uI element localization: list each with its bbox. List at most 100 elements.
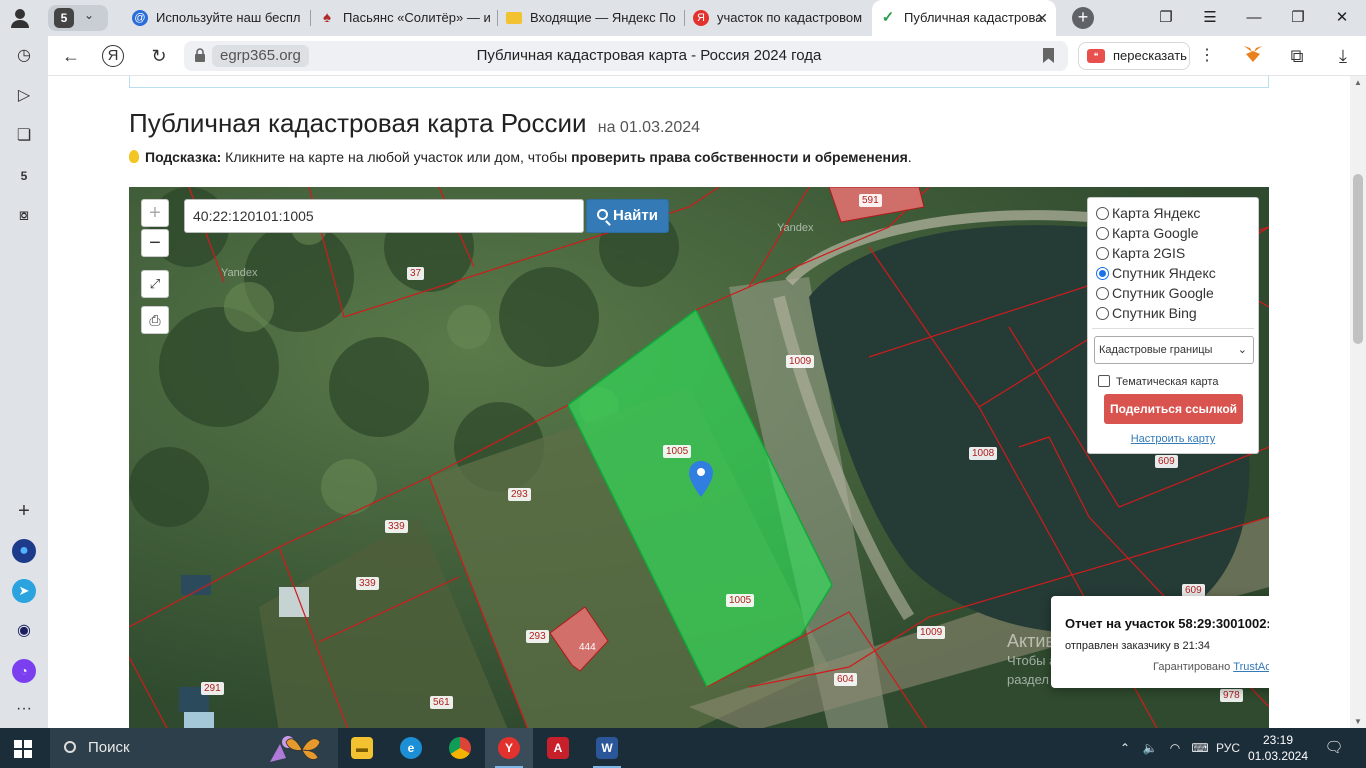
layer-option-google-satellite[interactable]: Спутник Google — [1096, 283, 1214, 303]
tab-5-active[interactable]: ✓ Публичная кадастрова ✕ — [872, 0, 1056, 36]
close-window-icon[interactable]: ✕ — [1320, 0, 1364, 36]
parcel-label[interactable]: 1008 — [969, 447, 998, 460]
layer-option-yandex-satellite[interactable]: Спутник Яндекс — [1096, 263, 1216, 283]
tab-count-button[interactable]: 5 ⌄ — [48, 5, 108, 31]
layer-option-2gis-map[interactable]: Карта 2GIS — [1096, 243, 1185, 263]
report-notification: Отчет на участок 58:29:3001002:*** отпра… — [1051, 596, 1269, 688]
verified-badge[interactable]: Гарантировано TrustAction — [1153, 660, 1269, 673]
taskbar-chrome[interactable] — [436, 728, 484, 768]
new-tab-button[interactable]: + — [1072, 7, 1094, 29]
notification-title: Отчет на участок 58:29:3001002:*** — [1065, 616, 1269, 631]
taskbar-acrobat[interactable]: A — [534, 728, 582, 768]
configure-map-link[interactable]: Настроить карту — [1088, 433, 1258, 445]
cadastral-map[interactable]: Yandex Yandex 591 37 1009 1005 293 1008 … — [129, 187, 1269, 728]
scroll-up-icon[interactable]: ▲ — [1353, 78, 1363, 87]
thematic-map-checkbox[interactable]: Тематическая карта — [1098, 375, 1218, 389]
yandex-home-icon[interactable]: Я — [102, 45, 124, 67]
scroll-down-icon[interactable]: ▼ — [1353, 717, 1363, 726]
restore-icon[interactable]: ❐ — [1276, 0, 1320, 36]
parcel-label[interactable]: 591 — [859, 194, 882, 207]
parcel-label[interactable]: 291 — [201, 682, 224, 695]
fullscreen-icon[interactable]: ⤢ — [141, 270, 169, 298]
notifications-icon[interactable]: 🗨 — [1322, 728, 1346, 768]
share-link-button[interactable]: Поделиться ссылкой — [1104, 394, 1243, 424]
lightbulb-icon — [129, 150, 139, 163]
alice-icon[interactable]: ◔ — [12, 659, 36, 683]
assistant-icon[interactable]: ◉ — [12, 619, 36, 643]
taskbar-word[interactable]: W — [583, 728, 631, 768]
tab-2[interactable]: ♠ Пасьянс «Солитёр» — и — [311, 0, 496, 36]
location-pin-icon[interactable] — [689, 461, 713, 501]
extensions-icon[interactable]: ⧉ — [1284, 44, 1310, 68]
more-icon[interactable]: ⋮ — [1194, 44, 1220, 68]
add-panel-icon[interactable]: + — [12, 499, 36, 523]
tab-3[interactable]: Входящие — Яндекс По — [498, 0, 683, 36]
menu-icon[interactable]: ☰ — [1188, 0, 1232, 36]
parcel-label[interactable]: 1005 — [663, 445, 692, 458]
parcel-label[interactable]: 293 — [526, 630, 549, 643]
taskbar-clock[interactable]: 23:19 01.03.2024 — [1242, 732, 1314, 764]
search-icon — [597, 209, 608, 220]
profile-icon[interactable] — [8, 6, 32, 30]
drop-app-icon[interactable]: ● — [12, 539, 36, 563]
taskbar-yandex-browser[interactable]: Y — [485, 728, 533, 768]
parcel-label[interactable]: 609 — [1155, 455, 1178, 468]
minimize-icon[interactable]: — — [1232, 0, 1276, 36]
overlay-select[interactable]: Кадастровые границы ⌄ — [1094, 336, 1254, 364]
tab-1[interactable]: @ Используйте наш беспл — [124, 0, 309, 36]
language-indicator[interactable]: РУС — [1213, 728, 1243, 768]
vertical-scrollbar[interactable]: ▲ ▼ — [1350, 76, 1366, 728]
back-icon[interactable]: ← — [58, 44, 84, 68]
print-icon[interactable]: ⎙ — [141, 306, 169, 334]
telegram-icon[interactable]: ➤ — [12, 579, 36, 603]
word-icon: W — [596, 737, 618, 759]
cadastral-number-input[interactable] — [184, 199, 584, 233]
bookmark-icon[interactable] — [1043, 48, 1054, 63]
parcel-label[interactable]: 1009 — [917, 626, 946, 639]
taskbar-edge[interactable]: e — [387, 728, 435, 768]
history-icon[interactable]: ◷ — [12, 44, 36, 68]
parcel-label[interactable]: 444 — [576, 641, 599, 654]
taskbar-search[interactable]: Поиск — [50, 728, 338, 768]
tab-manager-icon[interactable]: ❐ — [1144, 0, 1188, 36]
scrollbar-thumb[interactable] — [1353, 174, 1363, 344]
parcel-label[interactable]: 293 — [508, 488, 531, 501]
layer-option-yandex-map[interactable]: Карта Яндекс — [1096, 203, 1200, 223]
metamask-icon[interactable] — [1240, 44, 1266, 68]
download-icon[interactable]: ⤓ — [1330, 44, 1356, 68]
parcel-label[interactable]: 339 — [385, 520, 408, 533]
page-title-in-omnibox: Публичная кадастровая карта - Россия 202… — [476, 47, 822, 64]
video-icon[interactable]: ▷ — [12, 84, 36, 108]
reload-icon[interactable]: ↻ — [146, 44, 172, 68]
omnibox[interactable]: egrp365.org Публичная кадастровая карта … — [184, 41, 1068, 71]
tabs-count-icon[interactable]: 5 — [12, 164, 36, 188]
find-button[interactable]: Найти — [586, 199, 669, 233]
parcel-label[interactable]: 339 — [356, 577, 379, 590]
parcel-label[interactable]: 604 — [834, 673, 857, 686]
edge-icon: e — [400, 737, 422, 759]
zoom-in-button[interactable]: + — [141, 199, 169, 227]
parcel-label[interactable]: 1005 — [726, 594, 755, 607]
windows-start-icon[interactable] — [14, 740, 32, 758]
tab-title: Публичная кадастрова — [904, 10, 1043, 25]
taskbar-search-placeholder: Поиск — [88, 739, 130, 756]
taskbar-file-explorer[interactable]: ▬ — [338, 728, 386, 768]
tray-chevron-icon[interactable]: ⌃ — [1115, 728, 1135, 768]
parcel-label[interactable]: 561 — [430, 696, 453, 709]
notification-subtitle: отправлен заказчику в 21:34 — [1065, 640, 1211, 652]
screenshot-icon[interactable]: ⧇ — [12, 204, 36, 228]
parcel-label[interactable]: 1009 — [786, 355, 815, 368]
zoom-out-button[interactable]: − — [141, 229, 169, 257]
parcel-label[interactable]: 978 — [1220, 689, 1243, 702]
network-icon[interactable]: ◠ — [1165, 728, 1185, 768]
layer-option-google-map[interactable]: Карта Google — [1096, 223, 1199, 243]
more-panels-icon[interactable]: ··· — [12, 697, 36, 721]
keyboard-icon[interactable]: ⌨ — [1190, 728, 1210, 768]
parcel-label[interactable]: 37 — [407, 267, 425, 280]
collections-icon[interactable]: ❏ — [12, 124, 36, 148]
retell-button[interactable]: ❝ пересказать — [1078, 42, 1190, 70]
volume-icon[interactable]: 🔈 — [1140, 728, 1160, 768]
layer-option-bing-satellite[interactable]: Спутник Bing — [1096, 303, 1197, 323]
tab-4[interactable]: Я участок по кадастровом — [685, 0, 865, 36]
close-tab-icon[interactable]: ✕ — [1036, 0, 1048, 36]
